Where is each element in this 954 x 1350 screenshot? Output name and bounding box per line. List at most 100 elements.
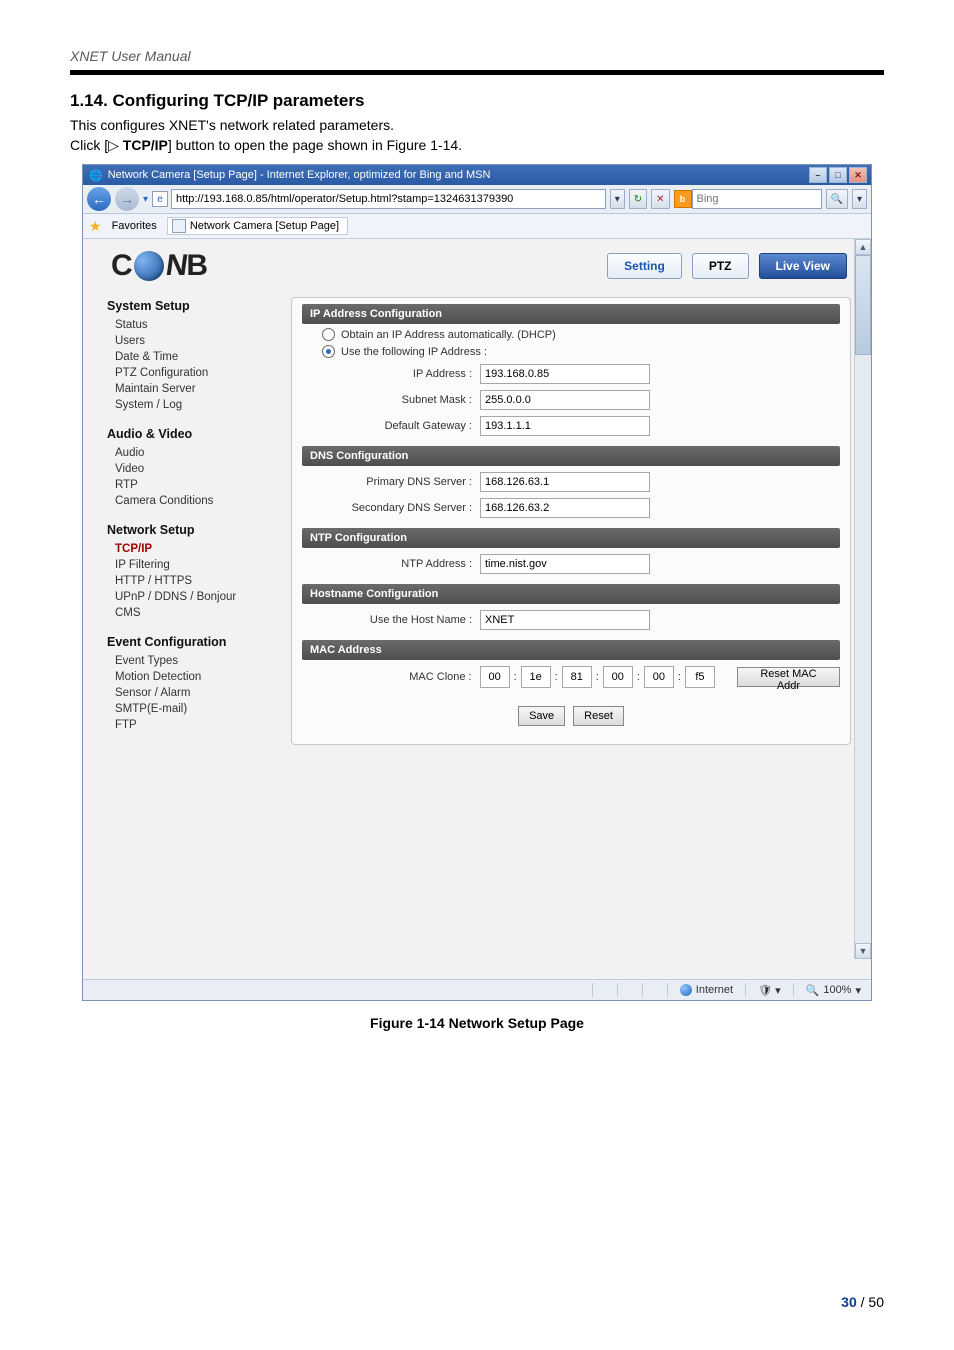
main-panel: IP Address Configuration Obtain an IP Ad…	[291, 297, 851, 745]
sidebar-item-audio[interactable]: Audio	[107, 445, 277, 461]
mac-oct-5[interactable]	[644, 666, 674, 688]
gateway-input[interactable]	[480, 416, 650, 436]
save-button[interactable]: Save	[518, 706, 565, 726]
host-input[interactable]	[480, 610, 650, 630]
zoom-control[interactable]: 🔍 100% ▾	[802, 984, 865, 997]
pdns-label: Primary DNS Server :	[302, 476, 480, 488]
bing-icon: b	[674, 190, 692, 208]
window-close-button[interactable]: ✕	[849, 167, 867, 183]
reset-button[interactable]: Reset	[573, 706, 624, 726]
radio-static-label: Use the following IP Address :	[341, 346, 487, 358]
reset-mac-button[interactable]: Reset MAC Addr	[737, 667, 840, 687]
sidebar-item-smtp[interactable]: SMTP(E-mail)	[107, 701, 277, 717]
globe-icon	[134, 251, 164, 281]
status-bar: Internet 🛡 ▾ 🔍 100% ▾	[83, 979, 871, 1000]
scroll-up-button[interactable]: ▲	[855, 239, 871, 255]
section-title: 1.14. Configuring TCP/IP parameters	[70, 91, 884, 111]
sidebar-group-system: System Setup	[107, 299, 277, 313]
sidebar-item-ipfilter[interactable]: IP Filtering	[107, 557, 277, 573]
refresh-button[interactable]: ↻	[629, 189, 647, 209]
sidebar-item-datetime[interactable]: Date & Time	[107, 349, 277, 365]
search-button[interactable]: 🔍	[826, 189, 848, 209]
body-text-2: Click [▷ TCP/IP] button to open the page…	[70, 137, 884, 154]
sidebar-item-cms[interactable]: CMS	[107, 605, 277, 621]
sidebar-group-event: Event Configuration	[107, 635, 277, 649]
section-mac: MAC Address	[302, 640, 840, 660]
mac-oct-3[interactable]	[562, 666, 592, 688]
live-view-button[interactable]: Live View	[759, 253, 847, 279]
sidebar: System Setup Status Users Date & Time PT…	[107, 297, 277, 733]
stop-button[interactable]: ✕	[651, 189, 669, 209]
radio-static[interactable]	[322, 345, 335, 358]
sidebar-item-motion[interactable]: Motion Detection	[107, 669, 277, 685]
sidebar-item-ftp[interactable]: FTP	[107, 717, 277, 733]
vertical-scrollbar[interactable]: ▲ ▼	[854, 239, 871, 959]
sidebar-item-video[interactable]: Video	[107, 461, 277, 477]
pdns-input[interactable]	[480, 472, 650, 492]
figure-caption: Figure 1-14 Network Setup Page	[70, 1015, 884, 1031]
favorites-bar: ★ Favorites Network Camera [Setup Page]	[83, 214, 871, 239]
protected-mode-icon[interactable]: 🛡 ▾	[754, 984, 785, 997]
scroll-thumb[interactable]	[855, 255, 871, 355]
sidebar-item-systemlog[interactable]: System / Log	[107, 397, 277, 413]
sidebar-item-maintain[interactable]: Maintain Server	[107, 381, 277, 397]
page-icon: e	[152, 191, 168, 207]
ntp-input[interactable]	[480, 554, 650, 574]
browser-window: 🌐 Network Camera [Setup Page] - Internet…	[82, 164, 872, 1001]
sidebar-item-rtp[interactable]: RTP	[107, 477, 277, 493]
scroll-down-button[interactable]: ▼	[855, 943, 871, 959]
body-text-1: This configures XNET's network related p…	[70, 117, 884, 133]
window-title-bar: 🌐 Network Camera [Setup Page] - Internet…	[83, 165, 871, 185]
sidebar-item-http[interactable]: HTTP / HTTPS	[107, 573, 277, 589]
tab-favicon	[172, 219, 186, 233]
nav-dropdown-icon[interactable]: ▾	[143, 194, 148, 205]
mask-label: Subnet Mask :	[302, 394, 480, 406]
cnb-logo: CNB	[111, 249, 207, 283]
window-minimize-button[interactable]: –	[809, 167, 827, 183]
sidebar-item-users[interactable]: Users	[107, 333, 277, 349]
host-label: Use the Host Name :	[302, 614, 480, 626]
mask-input[interactable]	[480, 390, 650, 410]
radio-dhcp-label: Obtain an IP Address automatically. (DHC…	[341, 329, 556, 341]
search-dropdown[interactable]: ▾	[852, 189, 867, 209]
sidebar-item-camera[interactable]: Camera Conditions	[107, 493, 277, 509]
address-bar[interactable]	[171, 189, 606, 209]
window-title: Network Camera [Setup Page] - Internet E…	[108, 169, 491, 181]
setting-button[interactable]: Setting	[607, 253, 682, 279]
section-ntp: NTP Configuration	[302, 528, 840, 548]
mac-oct-1[interactable]	[480, 666, 510, 688]
sidebar-item-eventtypes[interactable]: Event Types	[107, 653, 277, 669]
nav-forward-button[interactable]: →	[115, 187, 139, 211]
sidebar-item-status[interactable]: Status	[107, 317, 277, 333]
ie-icon: 🌐	[89, 169, 103, 182]
mac-oct-4[interactable]	[603, 666, 633, 688]
favorites-star-icon[interactable]: ★	[89, 218, 102, 235]
nav-back-button[interactable]: ←	[87, 187, 111, 211]
mac-oct-2[interactable]	[521, 666, 551, 688]
section-hostname: Hostname Configuration	[302, 584, 840, 604]
tab-title: Network Camera [Setup Page]	[190, 220, 339, 232]
section-ip-config: IP Address Configuration	[302, 304, 840, 324]
window-maximize-button[interactable]: □	[829, 167, 847, 183]
sidebar-item-ptzconfig[interactable]: PTZ Configuration	[107, 365, 277, 381]
favorites-label: Favorites	[112, 220, 157, 232]
sidebar-item-sensor[interactable]: Sensor / Alarm	[107, 685, 277, 701]
sidebar-item-upnp[interactable]: UPnP / DDNS / Bonjour	[107, 589, 277, 605]
ptz-button[interactable]: PTZ	[692, 253, 749, 279]
sdns-label: Secondary DNS Server :	[302, 502, 480, 514]
internet-zone-icon	[680, 984, 692, 996]
radio-dhcp[interactable]	[322, 328, 335, 341]
mac-label: MAC Clone :	[302, 671, 480, 683]
go-dropdown[interactable]: ▾	[610, 189, 625, 209]
gateway-label: Default Gateway :	[302, 420, 480, 432]
mac-oct-6[interactable]	[685, 666, 715, 688]
sdns-input[interactable]	[480, 498, 650, 518]
browser-tab[interactable]: Network Camera [Setup Page]	[167, 217, 348, 235]
ntp-label: NTP Address :	[302, 558, 480, 570]
ip-input[interactable]	[480, 364, 650, 384]
page-content: CNB Setting PTZ Live View System Setup S…	[83, 239, 871, 979]
page-number: 30 / 50	[841, 1294, 884, 1310]
search-input[interactable]	[692, 189, 822, 209]
sidebar-group-av: Audio & Video	[107, 427, 277, 441]
sidebar-item-tcpip[interactable]: TCP/IP	[107, 541, 277, 557]
